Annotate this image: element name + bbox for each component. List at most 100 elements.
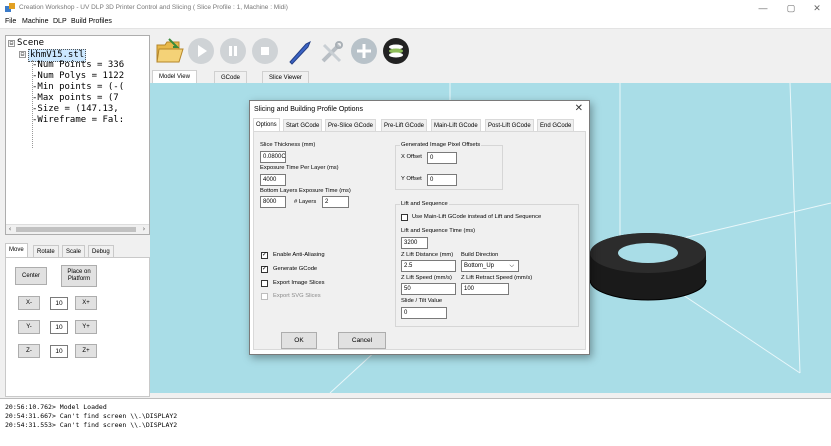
y-minus-button[interactable]: Y- — [18, 320, 40, 334]
tab-move[interactable]: Move — [5, 243, 28, 257]
move-panel: Center Place on Platform X- 10 X+ Y- 10 … — [5, 257, 150, 397]
scroll-right-icon[interactable]: › — [142, 225, 146, 233]
exposure-input[interactable]: 4000 — [260, 174, 286, 186]
title-bar: Creation Workshop - UV DLP 3D Printer Co… — [0, 0, 831, 16]
tab-model-view[interactable]: Model View — [152, 70, 197, 83]
ring-model[interactable] — [589, 233, 707, 301]
export-images-checkbox[interactable] — [261, 280, 268, 287]
x-minus-button[interactable]: X- — [18, 296, 40, 310]
collapse-icon[interactable]: ⊟ — [19, 51, 26, 58]
tab-options[interactable]: Options — [253, 118, 280, 131]
dialog-title: Slicing and Building Profile Options — [254, 106, 363, 113]
center-button[interactable]: Center — [15, 267, 47, 285]
options-panel: Slice Thickness (mm) 0.0800C Exposure Ti… — [253, 131, 586, 350]
menu-machine[interactable]: Machine — [22, 18, 48, 25]
place-on-platform-button[interactable]: Place on Platform — [61, 265, 97, 287]
bottom-exposure-input[interactable]: 8000 — [260, 196, 286, 208]
close-button[interactable]: ✕ — [806, 2, 828, 14]
stop-icon[interactable] — [252, 38, 278, 64]
y-plus-button[interactable]: Y+ — [75, 320, 97, 334]
tab-slice-viewer[interactable]: Slice Viewer — [262, 71, 309, 83]
slice-knife-icon[interactable] — [286, 38, 314, 66]
open-folder-icon[interactable] — [155, 37, 185, 65]
ok-button[interactable]: OK — [281, 332, 317, 349]
toolbar — [150, 34, 831, 70]
z-lift-distance-input[interactable]: 2.5 — [401, 260, 456, 272]
tab-pre-lift-gcode[interactable]: Pre-Lift GCode — [381, 119, 428, 131]
tree-prop-item[interactable]: -Max points = (7 — [32, 93, 119, 104]
tree-node-scene[interactable]: Scene — [17, 38, 44, 49]
use-mainlift-checkbox[interactable] — [401, 214, 408, 221]
app-icon — [5, 3, 15, 12]
tab-rotate[interactable]: Rotate — [33, 245, 59, 257]
menu-build-profiles[interactable]: Build Profiles — [71, 18, 112, 25]
minimize-button[interactable]: — — [752, 2, 774, 14]
export-images-label: Export Image Slices — [273, 280, 325, 286]
tab-pre-slice-gcode[interactable]: Pre-Slice GCode — [325, 119, 377, 131]
build-direction-select[interactable]: Bottom_Up ⌵ — [461, 260, 519, 272]
z-retract-speed-input[interactable]: 100 — [461, 283, 509, 295]
pixel-offsets-group: Generated Image Pixel Offsets X Offset 0… — [395, 142, 503, 190]
tab-start-gcode[interactable]: Start GCode — [283, 119, 323, 131]
slide-tilt-input[interactable]: 0 — [401, 307, 447, 319]
build-direction-value: Bottom_Up — [464, 263, 495, 269]
z-lift-speed-input[interactable]: 50 — [401, 283, 456, 295]
use-mainlift-label: Use Main-Lift GCode instead of Lift and … — [412, 214, 542, 220]
z-step-input[interactable]: 10 — [50, 345, 68, 358]
log-line: 20:54:31.667> Can't find screen \\.\DISP… — [5, 412, 178, 420]
tab-post-lift-gcode[interactable]: Post-Lift GCode — [485, 119, 534, 131]
play-icon[interactable] — [188, 38, 214, 64]
scroll-left-icon[interactable]: ‹ — [8, 225, 12, 233]
log-console[interactable]: 20:56:10.762> Model Loaded 20:54:31.667>… — [0, 398, 831, 446]
tree-prop-item[interactable]: -Num Points = 336 — [32, 60, 124, 71]
chevron-down-icon[interactable]: ⌵ — [509, 261, 514, 271]
dialog-close-icon[interactable]: ✕ — [575, 103, 583, 114]
add-icon[interactable] — [351, 38, 377, 64]
tree-prop-item[interactable]: -Size = (147.13, — [32, 104, 119, 115]
layers-icon[interactable] — [383, 38, 409, 64]
layers-input[interactable]: 2 — [322, 196, 349, 208]
tools-icon[interactable] — [318, 38, 346, 66]
tab-end-gcode[interactable]: End GCode — [537, 119, 575, 131]
y-step-input[interactable]: 10 — [50, 321, 68, 334]
app-window: Creation Workshop - UV DLP 3D Printer Co… — [0, 0, 831, 446]
x-plus-button[interactable]: X+ — [75, 296, 97, 310]
cancel-button[interactable]: Cancel — [338, 332, 386, 349]
dialog-tabs: Options Start GCode Pre-Slice GCode Pre-… — [253, 118, 586, 131]
scroll-thumb[interactable] — [16, 227, 136, 232]
tree-prop-item[interactable]: -Num Polys = 1122 — [32, 71, 124, 82]
z-retract-speed-label: Z Lift Retract Speed (mm/s) — [461, 275, 533, 281]
scene-tree[interactable]: ⊟ Scene ⊟ khmV15.stl -Num Points = 336 -… — [5, 35, 150, 235]
layers-label: # Layers — [294, 199, 317, 205]
slide-tilt-label: Slide / Tilt Value — [401, 298, 443, 304]
lift-sequence-group: Lift and Sequence Use Main-Lift GCode in… — [395, 201, 579, 327]
tab-main-lift-gcode[interactable]: Main-Lift GCode — [431, 119, 481, 131]
lift-seq-time-input[interactable]: 3200 — [401, 237, 428, 249]
maximize-button[interactable]: ▢ — [780, 2, 802, 14]
window-title: Creation Workshop - UV DLP 3D Printer Co… — [19, 4, 288, 11]
z-plus-button[interactable]: Z+ — [75, 344, 97, 358]
anti-aliasing-checkbox[interactable]: ✓ — [261, 252, 268, 259]
pixel-offsets-title: Generated Image Pixel Offsets — [400, 142, 482, 148]
horizontal-scrollbar[interactable]: ‹ › — [6, 224, 149, 234]
tab-gcode[interactable]: GCode — [214, 71, 248, 83]
z-lift-distance-label: Z Lift Distance (mm) — [401, 252, 454, 258]
collapse-icon[interactable]: ⊟ — [8, 40, 15, 47]
export-svg-checkbox[interactable] — [261, 293, 268, 300]
y-offset-input[interactable]: 0 — [427, 174, 457, 186]
generate-gcode-label: Generate GCode — [273, 266, 318, 272]
x-step-input[interactable]: 10 — [50, 297, 68, 310]
slice-thickness-input[interactable]: 0.0800C — [260, 151, 286, 163]
z-minus-button[interactable]: Z- — [18, 344, 40, 358]
menu-dlp[interactable]: DLP — [53, 18, 67, 25]
x-offset-input[interactable]: 0 — [427, 152, 457, 164]
generate-gcode-checkbox[interactable]: ✓ — [261, 266, 268, 273]
tree-prop-item[interactable]: -Wireframe = Fal: — [32, 115, 124, 126]
x-offset-label: X Offset — [401, 154, 422, 160]
pause-icon[interactable] — [220, 38, 246, 64]
slicing-profile-dialog: Slicing and Building Profile Options ✕ O… — [249, 100, 590, 355]
tab-debug[interactable]: Debug — [88, 245, 114, 257]
menu-file[interactable]: File — [5, 18, 16, 25]
tab-scale[interactable]: Scale — [62, 245, 86, 257]
tree-prop-item[interactable]: -Min points = (-( — [32, 82, 124, 93]
